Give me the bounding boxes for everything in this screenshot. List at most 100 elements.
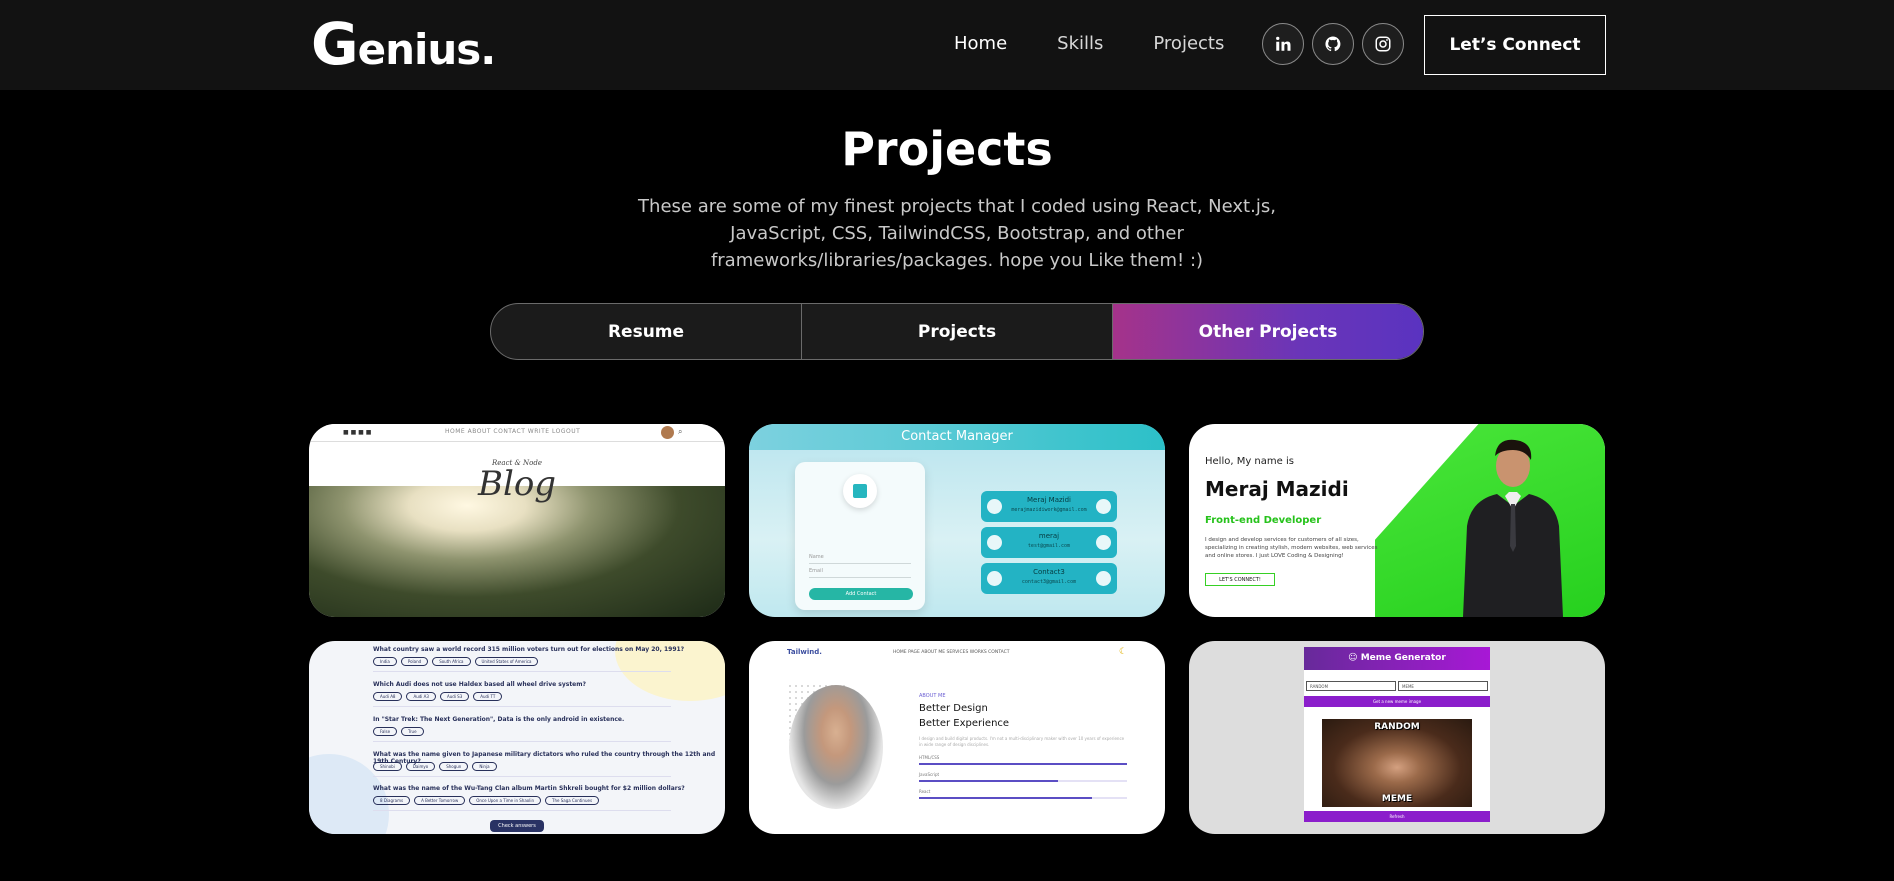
- quiz-option[interactable]: Ninja: [472, 762, 497, 771]
- nav-links: Home Skills Projects: [954, 33, 1274, 54]
- instagram-button[interactable]: [1362, 23, 1404, 65]
- quiz-option[interactable]: The Saga Continues: [545, 796, 600, 805]
- quiz-option[interactable]: True: [401, 727, 424, 736]
- skill-label: React: [919, 789, 931, 794]
- skill-bar-fill: [919, 780, 1059, 782]
- skill-bar: [919, 763, 1127, 765]
- trash-icon[interactable]: [1096, 571, 1111, 586]
- tailwind-logo: Tailwind.: [787, 648, 822, 656]
- divider: [373, 706, 671, 707]
- quiz-option[interactable]: Poland: [400, 657, 429, 666]
- skill-label: JavaScript: [919, 772, 940, 777]
- trash-icon[interactable]: [1096, 499, 1111, 514]
- portfolio-connect-button[interactable]: LET'S CONNECT!: [1205, 573, 1275, 586]
- project-card-quiz[interactable]: What country saw a world record 315 mill…: [309, 641, 725, 834]
- skill-bar: [919, 780, 1127, 782]
- meme-header: ☺ Meme Generator: [1304, 647, 1490, 670]
- nav-link-home[interactable]: Home: [954, 33, 1007, 54]
- name-field[interactable]: [809, 563, 911, 564]
- quiz-option[interactable]: 8 Diagrams: [373, 796, 411, 805]
- quiz-options: False True: [373, 727, 424, 736]
- bottom-text-input[interactable]: MEME: [1398, 681, 1488, 691]
- quiz-option[interactable]: Daimyo: [405, 762, 436, 771]
- user-icon: [987, 499, 1002, 514]
- quiz-option[interactable]: Audi S3: [439, 692, 470, 701]
- quiz-option[interactable]: Shinobi: [373, 762, 402, 771]
- quiz-option[interactable]: Shogun: [439, 762, 469, 771]
- email-field[interactable]: [809, 577, 911, 578]
- tab-projects[interactable]: Projects: [802, 304, 1113, 359]
- meme-bottom-text: MEME: [1381, 794, 1413, 804]
- contact-form: Name Email Add Contact: [795, 462, 925, 610]
- avatar: [661, 426, 674, 439]
- trash-icon[interactable]: [1096, 535, 1111, 550]
- name-label: Name: [809, 554, 824, 560]
- quiz-option[interactable]: False: [373, 727, 398, 736]
- blog-title: Blog: [477, 464, 557, 504]
- quiz-option[interactable]: Audi TT: [473, 692, 503, 701]
- heading-better-design: Better Design: [919, 703, 988, 714]
- refresh-button[interactable]: Refresh: [1304, 811, 1490, 822]
- user-icon: [987, 571, 1002, 586]
- project-card-contact-manager[interactable]: Contact Manager Name Email Add Contact M…: [749, 424, 1165, 617]
- skill-bar-fill: [919, 763, 1127, 765]
- profile-photo: [789, 685, 883, 809]
- nav-link-skills[interactable]: Skills: [1057, 33, 1103, 54]
- contact-email: test@gmail.com: [1027, 543, 1071, 549]
- project-card-portfolio[interactable]: Hello, My name is Meraj Mazidi Front-end…: [1189, 424, 1605, 617]
- tailwind-menu: HOME PAGE ABOUT ME SERVICES WORKS CONTAC…: [893, 650, 1010, 655]
- check-answers-button[interactable]: Check answers: [490, 820, 544, 832]
- portfolio-bio: I design and develop services for custom…: [1205, 537, 1378, 559]
- meme-title: Meme Generator: [1360, 653, 1446, 663]
- nav-link-projects[interactable]: Projects: [1153, 33, 1224, 54]
- quiz-option[interactable]: Once Upon a Time in Shaolin: [469, 796, 541, 805]
- linkedin-icon: [1276, 36, 1291, 51]
- quiz-option[interactable]: India: [373, 657, 397, 666]
- logo-text: enius.: [357, 25, 497, 74]
- linkedin-button[interactable]: [1262, 23, 1304, 65]
- tab-resume[interactable]: Resume: [491, 304, 802, 359]
- get-meme-button[interactable]: Get a new meme image: [1304, 696, 1490, 707]
- blog-navbar: ■ ■ ■ ■ HOME ABOUT CONTACT WRITE LOGOUT …: [309, 424, 725, 442]
- quiz-option[interactable]: Audi A8: [373, 692, 403, 701]
- social-links: [1262, 23, 1404, 65]
- lets-connect-button[interactable]: Let’s Connect: [1424, 15, 1606, 75]
- top-text-input[interactable]: RANDOM: [1306, 681, 1396, 691]
- meme-top-text: RANDOM: [1374, 722, 1420, 732]
- moon-icon[interactable]: ☾: [1119, 647, 1127, 657]
- contact-email: contact3@gmail.com: [1021, 579, 1077, 585]
- quiz-question: What was the name of the Wu-Tang Clan al…: [373, 785, 685, 792]
- logo[interactable]: Genius.: [311, 10, 497, 78]
- github-icon: [1325, 36, 1341, 52]
- meme-panel: ☺ Meme Generator RANDOM MEME Get a new m…: [1304, 647, 1490, 822]
- quiz-option[interactable]: United States of America: [474, 657, 539, 666]
- quiz-option[interactable]: Audi A3: [406, 692, 436, 701]
- portrait-photo: [1463, 439, 1563, 617]
- project-card-tailwind[interactable]: Tailwind. HOME PAGE ABOUT ME SERVICES WO…: [749, 641, 1165, 834]
- skill-bar-fill: [919, 797, 1092, 799]
- project-card-meme-generator[interactable]: ☺ Meme Generator RANDOM MEME Get a new m…: [1189, 641, 1605, 834]
- blog-social-icons: ■ ■ ■ ■: [343, 429, 372, 436]
- search-icon: ⌕: [678, 427, 683, 436]
- portfolio-greeting: Hello, My name is: [1205, 456, 1294, 467]
- quiz-options: Audi A8 Audi A3 Audi S3 Audi TT: [373, 692, 503, 701]
- top-navbar: Genius. Home Skills Projects Let’s Conne…: [0, 0, 1894, 90]
- troll-face-icon: ☺: [1348, 653, 1361, 663]
- tab-other-projects[interactable]: Other Projects: [1113, 304, 1423, 359]
- quiz-options: 8 Diagrams A Better Tomorrow Once Upon a…: [373, 796, 600, 805]
- add-contact-button[interactable]: Add Contact: [809, 588, 913, 600]
- instagram-icon: [1375, 36, 1391, 52]
- quiz-question: What country saw a world record 315 mill…: [373, 646, 685, 653]
- portfolio-name: Meraj Mazidi: [1205, 477, 1349, 501]
- page-title: Projects: [841, 122, 1053, 176]
- quiz-options: Shinobi Daimyo Shogun Ninja: [373, 762, 497, 771]
- github-button[interactable]: [1312, 23, 1354, 65]
- skill-bar: [919, 797, 1127, 799]
- portfolio-role: Front-end Developer: [1205, 515, 1322, 526]
- quiz-option[interactable]: South Africa: [432, 657, 471, 666]
- quiz-option[interactable]: A Better Tomorrow: [414, 796, 466, 805]
- project-card-blog[interactable]: ■ ■ ■ ■ HOME ABOUT CONTACT WRITE LOGOUT …: [309, 424, 725, 617]
- quiz-options: India Poland South Africa United States …: [373, 657, 539, 666]
- contact-name: Meraj Mazidi: [1026, 496, 1072, 504]
- about-text: I design and build digital products. I'm…: [919, 736, 1125, 747]
